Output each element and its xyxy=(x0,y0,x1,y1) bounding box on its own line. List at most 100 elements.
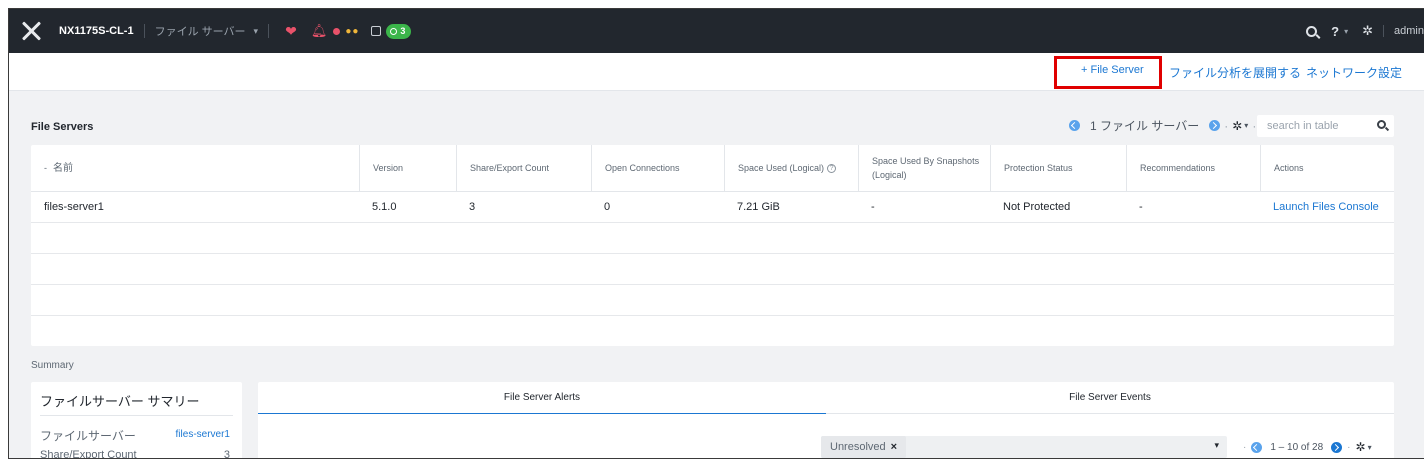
column-label: Space Used By Snapshots (Logical) xyxy=(872,156,980,180)
summary-row-label: Share/Export Count xyxy=(40,449,137,459)
file-servers-table: - 名前 Version Share/Export Count Open Con… xyxy=(31,145,1394,346)
sort-indicator: - xyxy=(44,162,47,173)
chevron-down-icon[interactable]: ▾ xyxy=(1344,27,1348,36)
action-bar: + File Server ファイル分析を展開する ネットワーク設定 xyxy=(9,53,1424,91)
summary-card-title: ファイルサーバー サマリー xyxy=(40,394,200,409)
summary-row: Share/Export Count 3 xyxy=(40,449,230,459)
column-header-open-connections[interactable]: Open Connections xyxy=(591,145,724,192)
file-servers-title: File Servers xyxy=(31,121,94,133)
chevron-down-icon[interactable]: ▾ xyxy=(1244,121,1248,130)
launch-files-console-link[interactable]: Launch Files Console xyxy=(1273,201,1379,213)
divider xyxy=(40,415,233,416)
help-icon[interactable]: ? xyxy=(1331,24,1339,39)
search-placeholder: search in table xyxy=(1267,120,1339,132)
empty-table-row xyxy=(31,254,1394,285)
chevron-down-icon[interactable]: ▾ xyxy=(1368,443,1372,452)
task-progress-icon xyxy=(390,27,398,35)
cell-open-connections: 0 xyxy=(604,201,611,213)
column-label: Actions xyxy=(1274,162,1304,173)
empty-table-row xyxy=(31,316,1394,347)
gear-icon[interactable]: ✲ xyxy=(1232,119,1242,133)
chevron-down-icon[interactable]: ▾ xyxy=(1214,440,1219,451)
column-label: Recommendations xyxy=(1140,162,1216,173)
table-search-input[interactable]: search in table xyxy=(1257,115,1394,137)
cell-snapshot-space: - xyxy=(871,201,875,213)
user-menu[interactable]: admin xyxy=(1383,25,1424,37)
summary-row-value: 3 xyxy=(223,449,230,459)
alert-filter-input[interactable]: Unresolved × ▾ xyxy=(821,436,1227,458)
column-header-snapshot-space[interactable]: Space Used By Snapshots (Logical) xyxy=(858,145,990,192)
file-server-summary-card: ファイルサーバー サマリー ファイルサーバー files-server1 Sha… xyxy=(31,382,242,459)
summary-row-label: ファイルサーバー xyxy=(40,429,136,443)
critical-alert-dot-icon[interactable] xyxy=(333,27,341,35)
deploy-analytics-link[interactable]: ファイル分析を展開する xyxy=(1169,64,1301,81)
table-header: - 名前 Version Share/Export Count Open Con… xyxy=(31,145,1394,192)
tab-file-server-events[interactable]: File Server Events xyxy=(826,382,1394,414)
column-label: 名前 xyxy=(53,163,73,174)
cell-name: files-server1 xyxy=(44,201,104,213)
column-header-version[interactable]: Version xyxy=(359,145,456,192)
prev-page-icon[interactable] xyxy=(1251,441,1263,453)
column-header-name[interactable]: - 名前 xyxy=(31,145,359,192)
separator: · xyxy=(1224,118,1229,133)
separator: · xyxy=(1347,441,1351,453)
empty-table-row xyxy=(31,285,1394,316)
cell-space-used: 7.21 GiB xyxy=(737,201,780,213)
column-label: Open Connections xyxy=(605,162,680,173)
alerts-pager-text: 1 – 10 of 28 xyxy=(1270,441,1324,453)
column-label: Protection Status xyxy=(1004,162,1073,173)
tasks-badge[interactable]: 3 xyxy=(386,23,412,39)
close-icon[interactable]: × xyxy=(891,441,897,453)
table-pager: 1 ファイル サーバー · ✲ ▾ · xyxy=(1069,117,1260,134)
column-label: Share/Export Count xyxy=(470,162,550,173)
top-right-controls: ? ▾ ✲ admin xyxy=(1306,9,1424,53)
empty-table-row xyxy=(31,223,1394,254)
nutanix-logo-icon[interactable] xyxy=(21,21,41,41)
app-window: NX1175S-CL-1 ファイル サーバー ▾ ❤ 🔔︎ ●● 3 ? ▾ ✲… xyxy=(8,8,1424,459)
column-label: Space Used (Logical) xyxy=(738,162,825,173)
summary-row: ファイルサーバー files-server1 xyxy=(40,427,230,444)
gear-icon[interactable]: ✲ xyxy=(1362,23,1373,39)
alerts-pager: · 1 – 10 of 28 · ✲ ▾ xyxy=(1238,440,1372,454)
pager-text: 1 ファイル サーバー xyxy=(1090,119,1200,133)
filter-chip-label: Unresolved xyxy=(830,441,886,453)
summary-section-label: Summary xyxy=(31,360,74,371)
highlight-annotation xyxy=(1054,56,1162,89)
network-settings-link[interactable]: ネットワーク設定 xyxy=(1306,64,1402,81)
column-header-share-count[interactable]: Share/Export Count xyxy=(456,145,591,192)
cell-protection-status: Not Protected xyxy=(1003,201,1071,213)
top-nav-bar: NX1175S-CL-1 ファイル サーバー ▾ ❤ 🔔︎ ●● 3 ? ▾ ✲… xyxy=(9,9,1424,53)
column-header-recommendations[interactable]: Recommendations xyxy=(1126,145,1260,192)
search-icon[interactable] xyxy=(1306,25,1318,37)
section-switcher[interactable]: ファイル サーバー xyxy=(155,23,246,39)
cell-share-count: 3 xyxy=(469,201,476,213)
cluster-name[interactable]: NX1175S-CL-1 xyxy=(59,25,134,37)
tasks-icon[interactable] xyxy=(371,26,382,36)
column-label: Version xyxy=(373,162,404,173)
column-header-protection[interactable]: Protection Status xyxy=(990,145,1126,192)
health-heart-icon[interactable]: ❤ xyxy=(285,23,297,40)
table-row[interactable]: files-server1 5.1.0 3 0 7.21 GiB - Not P… xyxy=(31,192,1394,223)
column-header-space-used[interactable]: Space Used (Logical)? xyxy=(724,145,858,192)
separator: · xyxy=(1252,118,1257,133)
gear-icon[interactable]: ✲ xyxy=(1356,440,1366,454)
next-page-icon[interactable] xyxy=(1331,441,1343,453)
cell-recommendations: - xyxy=(1139,201,1143,213)
search-icon[interactable] xyxy=(1377,120,1386,129)
column-header-actions[interactable]: Actions xyxy=(1260,145,1394,192)
divider xyxy=(143,24,145,38)
tab-file-server-alerts[interactable]: File Server Alerts xyxy=(258,382,826,414)
chevron-down-icon[interactable]: ▾ xyxy=(254,26,259,37)
alerts-events-card: File Server Alerts File Server Events Un… xyxy=(258,382,1394,458)
separator: · xyxy=(1243,441,1247,453)
info-icon[interactable]: ? xyxy=(827,164,837,173)
cell-version: 5.1.0 xyxy=(372,201,397,213)
prev-page-icon[interactable] xyxy=(1069,120,1080,131)
alert-bell-icon[interactable]: 🔔︎ xyxy=(311,23,328,39)
file-server-link[interactable]: files-server1 xyxy=(176,429,230,440)
warning-dots-icon[interactable]: ●● xyxy=(345,26,359,37)
next-page-icon[interactable] xyxy=(1209,120,1221,131)
divider xyxy=(268,24,270,38)
filter-chip-unresolved[interactable]: Unresolved × xyxy=(821,436,907,458)
task-count: 3 xyxy=(400,26,406,36)
